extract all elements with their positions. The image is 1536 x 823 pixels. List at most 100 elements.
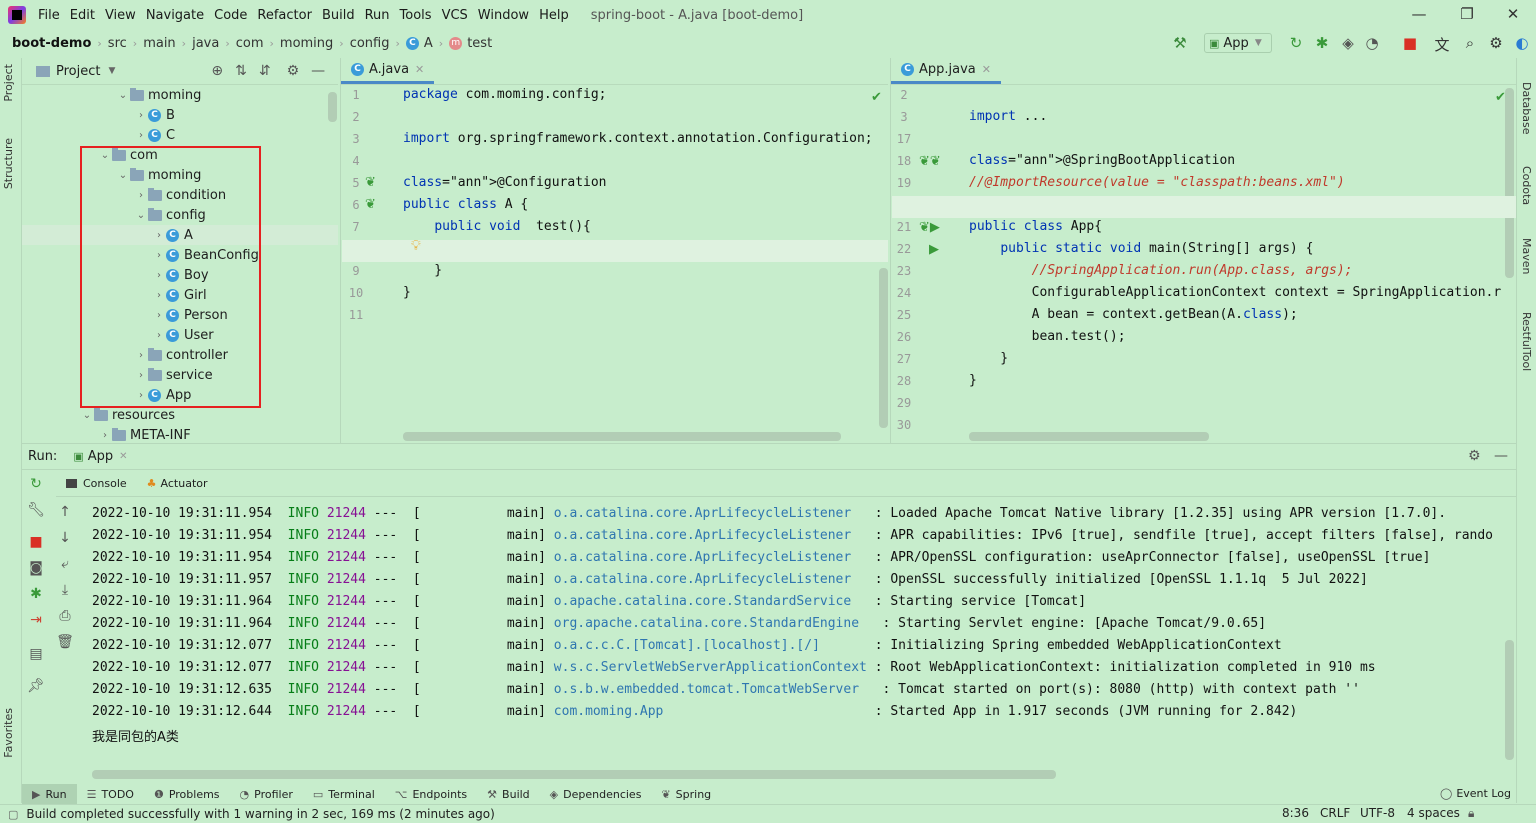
code-line[interactable]: import ... (969, 109, 1047, 124)
line-separator[interactable]: CRLF (1320, 806, 1350, 820)
log-logger[interactable]: o.s.b.w.embedded.tomcat.TomcatWebServer (554, 682, 875, 697)
code-line[interactable]: public class App{ (969, 219, 1102, 234)
editor-app-h-scrollbar[interactable] (969, 432, 1209, 441)
breadcrumb-item[interactable]: main (143, 36, 175, 51)
log-logger[interactable]: o.a.catalina.core.AprLifecycleListener (554, 572, 867, 587)
tree-item-b[interactable]: › C B (134, 105, 175, 125)
log-line[interactable]: 2022-10-10 19:31:12.077 INFO 21244 --- [… (92, 638, 1282, 653)
chevron-down-icon[interactable]: ⌄ (116, 90, 130, 101)
breadcrumb-item[interactable]: CA (405, 36, 433, 51)
log-line[interactable]: 2022-10-10 19:31:11.957 INFO 21244 --- [… (92, 572, 1368, 587)
menu-tools[interactable]: Tools (396, 8, 438, 23)
camera-icon[interactable]: ◙ (27, 560, 45, 576)
rerun-icon[interactable]: ↻ (1286, 34, 1306, 52)
tree-scrollbar[interactable] (328, 92, 337, 122)
search-icon[interactable]: ⌕ (1460, 34, 1480, 52)
log-logger[interactable]: o.a.catalina.core.AprLifecycleListener (554, 506, 867, 521)
menu-run[interactable]: Run (361, 8, 396, 23)
chevron-right-icon[interactable]: › (98, 430, 112, 441)
log-logger[interactable]: w.s.c.ServletWebServerApplicationContext (554, 660, 867, 675)
project-settings-icon[interactable]: ⚙ (287, 63, 300, 79)
tree-item-c[interactable]: › C C (134, 125, 175, 145)
scroll-to-end-icon[interactable]: ⤓ (56, 582, 74, 598)
settings-icon[interactable]: ⚙ (1486, 34, 1506, 52)
soft-wrap-icon[interactable]: ⤶ (56, 556, 74, 572)
intention-bulb-icon[interactable]: 💡︎ (411, 238, 421, 254)
spring-boot-icon[interactable]: ❦❦ (919, 154, 941, 169)
status-message[interactable]: Build completed successfully with 1 warn… (26, 807, 494, 821)
log-line[interactable]: 2022-10-10 19:31:12.644 INFO 21244 --- [… (92, 704, 1297, 719)
expand-all-icon[interactable]: ⇅ (235, 63, 247, 79)
stop-icon[interactable]: ■ (1400, 34, 1420, 52)
code-line[interactable]: ConfigurableApplicationContext context =… (969, 285, 1502, 300)
tab-a-java[interactable]: C A.java ✕ (341, 57, 435, 84)
code-line[interactable]: bean.test(); (969, 329, 1126, 344)
code-line[interactable]: public void test(){ (403, 219, 591, 234)
tool-run[interactable]: ▶ Run (22, 784, 77, 804)
breadcrumb-item[interactable]: boot-demo (12, 36, 91, 51)
tool-todo[interactable]: ☰ TODO (77, 784, 144, 804)
debug-icon[interactable]: ✱ (27, 586, 45, 602)
menu-refactor[interactable]: Refactor (253, 8, 318, 23)
log-line[interactable]: 2022-10-10 19:31:11.964 INFO 21244 --- [… (92, 616, 1266, 631)
plugin-icon[interactable]: ◐ (1512, 34, 1532, 52)
log-logger[interactable]: o.a.catalina.core.AprLifecycleListener (554, 550, 867, 565)
restore-icon[interactable]: ❐ (1452, 5, 1482, 23)
code-line[interactable]: class="ann">@Configuration (403, 175, 607, 190)
tool-terminal[interactable]: ▭ Terminal (303, 784, 385, 804)
close-icon[interactable]: ✕ (1498, 5, 1528, 23)
debug-icon[interactable]: ✱ (1312, 34, 1332, 52)
code-line[interactable]: } (969, 373, 977, 388)
tool-build[interactable]: ⚒ Build (477, 784, 540, 804)
log-logger[interactable]: o.a.catalina.core.AprLifecycleListener (554, 528, 867, 543)
lock-icon[interactable]: 🔒︎ (1468, 806, 1474, 821)
log-logger[interactable]: org.apache.catalina.core.StandardEngine (554, 616, 875, 631)
menu-window[interactable]: Window (474, 8, 535, 23)
caret-position[interactable]: 8:36 (1282, 806, 1309, 820)
build-hammer-icon[interactable]: ⚒ (1170, 34, 1190, 52)
editor-app-v-scrollbar[interactable] (1505, 88, 1514, 278)
database-tool-tab[interactable]: Database (1520, 82, 1533, 135)
code-line[interactable]: //@ImportResource(value = "classpath:bea… (969, 175, 1345, 190)
chevron-down-icon[interactable]: ⌄ (80, 410, 94, 421)
code-line[interactable]: public static void main(String[] args) { (969, 241, 1313, 256)
chevron-right-icon[interactable]: › (134, 130, 148, 141)
tool-endpoints[interactable]: ⌥ Endpoints (385, 784, 477, 804)
clear-all-icon[interactable]: 🗑︎ (56, 634, 74, 650)
minimize-icon[interactable]: — (1404, 5, 1434, 23)
pin-icon[interactable]: 📌︎ (27, 678, 45, 694)
log-line[interactable]: 2022-10-10 19:31:11.954 INFO 21244 --- [… (92, 550, 1430, 565)
menu-edit[interactable]: Edit (66, 8, 101, 23)
menu-help[interactable]: Help (535, 8, 575, 23)
code-line[interactable]: //SpringApplication.run(App.class, args)… (969, 263, 1353, 278)
log-line[interactable]: 2022-10-10 19:31:11.964 INFO 21244 --- [… (92, 594, 1086, 609)
breadcrumb-item[interactable]: m test (449, 36, 492, 51)
tool-dependencies[interactable]: ◈ Dependencies (540, 784, 652, 804)
tree-item-resources[interactable]: ⌄ resources (80, 405, 175, 425)
rerun-icon[interactable]: ↻ (27, 476, 45, 492)
tool-problems[interactable]: ❶ Problems (144, 784, 230, 804)
tool-profiler[interactable]: ◔ Profiler (230, 784, 303, 804)
maven-tool-tab[interactable]: Maven (1520, 238, 1533, 274)
spring-bean-icon[interactable]: ❦ (365, 175, 376, 190)
close-tab-icon[interactable]: ✕ (119, 451, 127, 462)
file-encoding[interactable]: UTF-8 (1360, 806, 1395, 820)
scroll-down-icon[interactable]: ↓ (56, 530, 74, 546)
editor-a-v-scrollbar[interactable] (879, 268, 888, 428)
translate-icon[interactable]: 文 (1432, 34, 1452, 55)
structure-tool-tab[interactable]: Structure (2, 138, 15, 189)
log-line[interactable]: 2022-10-10 19:31:12.077 INFO 21244 --- [… (92, 660, 1376, 675)
coverage-icon[interactable]: ◈ (1338, 34, 1358, 52)
menu-build[interactable]: Build (318, 8, 361, 23)
close-tab-icon[interactable]: ✕ (982, 63, 991, 76)
hide-panel-icon[interactable]: — (311, 63, 325, 79)
close-tab-icon[interactable]: ✕ (415, 63, 424, 76)
tab-app-java[interactable]: C App.java ✕ (891, 57, 1001, 84)
layout-icon[interactable]: ▤ (27, 646, 45, 662)
status-toggle-icon[interactable]: ▢ (8, 808, 18, 821)
console-tab[interactable]: Console (56, 477, 137, 490)
tool-spring[interactable]: ❦ Spring (651, 784, 721, 804)
menu-file[interactable]: File (34, 8, 66, 23)
code-line[interactable]: A bean = context.getBean(A.class); (969, 307, 1298, 322)
favorites-tool-tab[interactable]: Favorites (2, 708, 15, 758)
